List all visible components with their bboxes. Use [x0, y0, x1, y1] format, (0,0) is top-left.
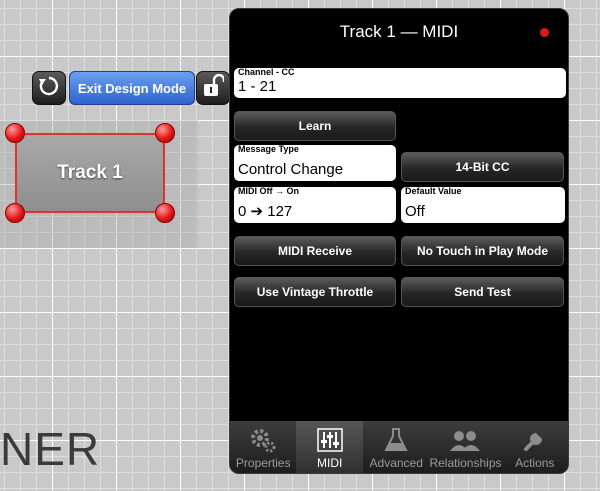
14-bit-cc-button[interactable]: 14-Bit CC — [401, 152, 564, 182]
tab-advanced[interactable]: Advanced — [363, 421, 429, 473]
tab-label: Advanced — [369, 456, 423, 470]
wrench-icon — [522, 427, 548, 453]
resize-handle-bottom-right[interactable] — [155, 203, 175, 223]
tab-relationships[interactable]: Relationships — [429, 421, 502, 473]
channel-cc-value: 1 - 21 — [238, 78, 277, 95]
panel-title: Track 1 — MIDI — [339, 22, 459, 41]
people-icon — [449, 427, 481, 453]
resize-handle-bottom-left[interactable] — [5, 203, 25, 223]
tab-properties[interactable]: Properties — [230, 421, 296, 473]
exit-design-mode-button[interactable]: Exit Design Mode — [69, 71, 195, 105]
background-logo-text: NER — [0, 423, 101, 475]
midi-off-on-value: 0 ➔ 127 — [238, 203, 293, 220]
message-type-label: Message Type — [238, 144, 299, 154]
tab-midi[interactable]: MIDI — [296, 421, 363, 473]
record-indicator-icon — [540, 28, 549, 37]
reset-icon — [37, 74, 61, 103]
default-value-label: Default Value — [405, 186, 462, 196]
default-value-field[interactable]: Default Value Off — [401, 186, 565, 223]
midi-receive-button[interactable]: MIDI Receive — [234, 236, 396, 266]
gears-icon — [249, 427, 277, 453]
lock-open-icon — [202, 73, 226, 103]
tab-label: Relationships — [429, 456, 502, 470]
sliders-icon — [316, 427, 343, 453]
send-test-button[interactable]: Send Test — [401, 277, 564, 307]
track-1-control[interactable]: Track 1 — [15, 133, 165, 213]
use-vintage-throttle-button[interactable]: Use Vintage Throttle — [234, 277, 396, 307]
no-touch-play-mode-button[interactable]: No Touch in Play Mode — [401, 236, 564, 266]
midi-off-on-label: MIDI Off → On — [238, 186, 299, 196]
resize-handle-top-left[interactable] — [5, 123, 25, 143]
tab-label: MIDI — [317, 456, 343, 470]
tab-bar: Properties MIDI Advanced Relationships A… — [230, 421, 568, 473]
tab-label: Actions — [515, 456, 555, 470]
default-value-value: Off — [405, 203, 425, 220]
midi-off-on-field[interactable]: MIDI Off → On 0 ➔ 127 — [234, 186, 396, 223]
tab-label: Properties — [235, 456, 291, 470]
learn-button[interactable]: Learn — [234, 111, 396, 141]
resize-handle-top-right[interactable] — [155, 123, 175, 143]
reset-button[interactable] — [32, 71, 66, 105]
flask-icon — [384, 427, 408, 453]
channel-cc-label: Channel - CC — [238, 67, 295, 77]
message-type-field[interactable]: Message Type Control Change — [234, 144, 396, 181]
message-type-value: Control Change — [238, 161, 344, 178]
midi-panel: Track 1 — MIDI Channel - CC 1 - 21 Learn… — [229, 8, 569, 474]
control-label: Track 1 — [57, 162, 123, 183]
lock-button[interactable] — [196, 71, 230, 105]
tab-actions[interactable]: Actions — [502, 421, 568, 473]
channel-cc-field[interactable]: Channel - CC 1 - 21 — [234, 67, 566, 98]
